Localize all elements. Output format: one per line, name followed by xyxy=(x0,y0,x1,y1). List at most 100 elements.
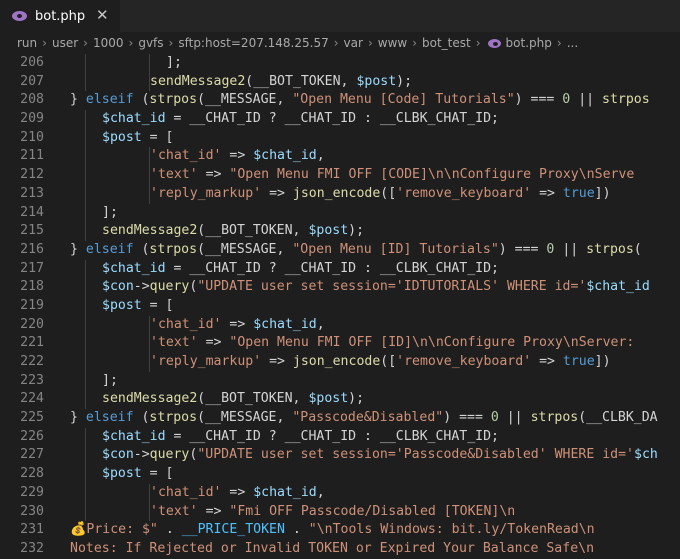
line-content: sendMessage2(__BOT_TOKEN, $post); xyxy=(102,222,364,241)
breadcrumb-item[interactable]: sftp:host=207.148.25.57 xyxy=(178,36,328,50)
code-token: . xyxy=(157,522,182,538)
code-line[interactable]: 206]; xyxy=(0,54,680,73)
code-line[interactable]: 222 'reply_markup' => json_encode(['remov… xyxy=(0,353,680,372)
indent-guide xyxy=(85,465,86,484)
code-line[interactable]: 229 'chat_id' => $chat_id, xyxy=(0,483,680,503)
code-line[interactable]: 209 $chat_id = __CHAT_ID ? __CHAT_ID : __… xyxy=(0,110,680,129)
code-line[interactable]: 228 $post = [ xyxy=(0,465,680,484)
breadcrumb-item[interactable]: var xyxy=(344,36,363,50)
code-line[interactable]: 223]; xyxy=(0,371,680,391)
indent-guide xyxy=(85,128,86,148)
code-line[interactable]: 207 sendMessage2(__BOT_TOKEN, $post); xyxy=(0,72,680,92)
indent-guide xyxy=(85,278,86,297)
code-line[interactable]: 216} elseif (strpos(__MESSAGE, "Open Men… xyxy=(0,241,680,260)
code-line[interactable]: 215 sendMessage2(__BOT_TOKEN, $post); xyxy=(0,222,680,241)
line-number: 220 xyxy=(20,316,44,332)
breadcrumb-item[interactable]: gvfs xyxy=(138,36,163,50)
indent-guide xyxy=(85,110,86,129)
code-token: json_encode xyxy=(292,185,381,201)
code-token: $post xyxy=(102,297,142,313)
code-token: || xyxy=(498,410,531,426)
indent-guide xyxy=(85,296,86,316)
code-token: $post xyxy=(356,73,397,89)
code-token: => xyxy=(221,316,254,332)
code-token: ([ xyxy=(380,354,397,369)
code-token: elseif xyxy=(85,241,134,257)
line-number: 231 xyxy=(20,522,44,538)
line-number: 209 xyxy=(20,111,44,127)
code-token: -> xyxy=(133,447,150,463)
chevron-right-icon: › xyxy=(412,36,418,50)
line-content: $con->query("UPDATE user set session='Pa… xyxy=(102,446,658,465)
code-line[interactable]: 217 $chat_id = __CHAT_ID ? __CHAT_ID : __… xyxy=(0,259,680,279)
tab-label: bot.php xyxy=(35,8,86,24)
code-token: sendMessage2 xyxy=(102,223,198,239)
code-token: $chat_id xyxy=(102,111,166,127)
line-number: 223 xyxy=(20,372,44,388)
code-line[interactable]: 227 $con->query("UPDATE user set session=… xyxy=(0,446,680,466)
code-token: ]) xyxy=(594,185,611,201)
code-token: 'chat_id' xyxy=(150,484,222,500)
code-line[interactable]: 208} elseif (strpos(__MESSAGE, "Open Men… xyxy=(0,91,680,110)
code-line[interactable]: 231 💰Price: $" . __PRICE_TOKEN . "\nTools… xyxy=(0,521,680,540)
code-token: ( xyxy=(133,410,150,426)
code-line[interactable]: 226 $chat_id = __CHAT_ID ? __CHAT_ID : __… xyxy=(0,427,680,447)
code-token: strpos xyxy=(586,241,634,257)
indent-guide xyxy=(85,184,86,204)
code-token: "Fmi OFF Passcode/Disabled [TOKEN]\n xyxy=(229,503,516,519)
code-line[interactable]: 219 $post = [ xyxy=(0,296,680,316)
indent-guide xyxy=(85,446,86,466)
code-token: $chat_id xyxy=(253,148,317,164)
indent-guide xyxy=(85,334,86,353)
php-elephant-icon xyxy=(12,11,27,21)
code-token: 💰Price: $" xyxy=(70,522,158,538)
code-token: (__MESSAGE, xyxy=(197,92,293,108)
code-line[interactable]: 214]; xyxy=(0,203,680,223)
code-line[interactable]: 221 'text' => "Open Menu FMI OFF [ID]\n\n… xyxy=(0,334,680,353)
code-token: "Open Menu [ID] Tutorials" xyxy=(292,241,499,257)
code-line[interactable]: 224 sendMessage2(__BOT_TOKEN, $post); xyxy=(0,390,680,410)
code-line[interactable]: 218 $con->query("UPDATE user set session=… xyxy=(0,278,680,297)
line-content: 'text' => "Open Menu FMI OFF [ID]\n\nCon… xyxy=(150,334,634,353)
code-editor[interactable]: 206]; 207 sendMessage2(__BOT_TOKEN, $post)… xyxy=(0,54,680,559)
code-token: ); xyxy=(348,391,365,407)
close-icon[interactable]: ✕ xyxy=(96,6,109,24)
breadcrumb-item[interactable]: bot.php xyxy=(506,36,552,50)
line-number: 211 xyxy=(20,148,44,164)
indent-guide xyxy=(85,353,86,372)
line-number: 210 xyxy=(20,129,44,145)
breadcrumb: run › user › 1000 › gvfs › sftp:host=207.148… xyxy=(0,32,680,54)
code-token: true xyxy=(562,354,595,369)
breadcrumb-item[interactable]: ... xyxy=(567,36,578,50)
code-token: = __CHAT_ID ? __CHAT_ID : __CLBK_CHAT_ID… xyxy=(165,111,499,127)
code-token: "Passcode&Disabled" xyxy=(292,410,444,426)
code-token: strpos xyxy=(602,92,650,108)
code-line[interactable]: 211 'chat_id' => $chat_id, xyxy=(0,147,680,167)
line-content: $chat_id = __CHAT_ID ? __CHAT_ID : __CLB… xyxy=(102,428,499,447)
breadcrumb-item[interactable]: bot_test xyxy=(422,36,471,50)
breadcrumb-item[interactable]: 1000 xyxy=(93,36,124,50)
code-token: (__BOT_TOKEN, xyxy=(197,223,309,239)
code-token: (__MESSAGE, xyxy=(197,241,293,257)
breadcrumb-item[interactable]: www xyxy=(378,36,407,50)
tab-bot-php[interactable]: bot.php ✕ xyxy=(0,0,120,32)
code-token: => xyxy=(197,335,230,351)
code-token: ) === xyxy=(514,92,563,108)
line-content: $chat_id = __CHAT_ID ? __CHAT_ID : __CLB… xyxy=(102,260,499,279)
code-line[interactable]: 210 $post = [ xyxy=(0,128,680,148)
breadcrumb-item[interactable]: user xyxy=(52,36,78,50)
code-line[interactable]: 220 'chat_id' => $chat_id, xyxy=(0,315,680,335)
code-line[interactable]: 230 'text' => "Fmi OFF Passcode/Disabled … xyxy=(0,502,680,522)
line-content: $post = [ xyxy=(102,297,173,316)
line-content: sendMessage2(__BOT_TOKEN, $post); xyxy=(150,73,412,92)
code-token: ([ xyxy=(380,185,397,201)
line-number: 214 xyxy=(20,204,44,220)
code-line[interactable]: 213 'reply_markup' => json_encode(['remov… xyxy=(0,184,680,204)
code-line[interactable]: 212 'text' => "Open Menu FMI OFF [CODE]\n… xyxy=(0,166,680,185)
code-line[interactable]: 225} elseif (strpos(__MESSAGE, "Passcode… xyxy=(0,409,680,428)
breadcrumb-item[interactable]: run xyxy=(17,36,37,50)
line-content: sendMessage2(__BOT_TOKEN, $post); xyxy=(102,390,364,409)
code-token: 0 xyxy=(490,410,499,426)
code-token: (__MESSAGE, xyxy=(197,410,293,426)
line-number: 226 xyxy=(20,428,44,444)
